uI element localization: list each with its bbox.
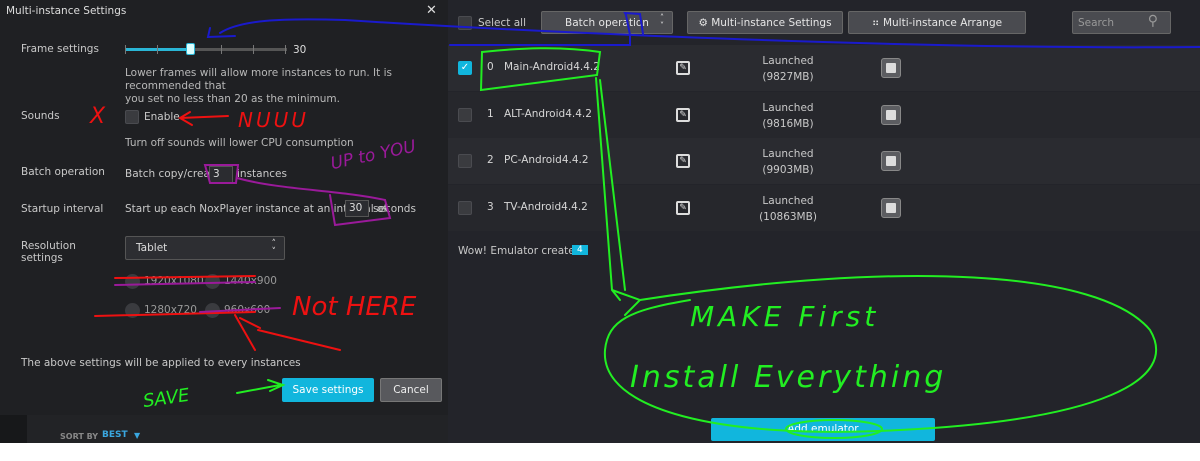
annotation-strokes	[94, 11, 1200, 439]
